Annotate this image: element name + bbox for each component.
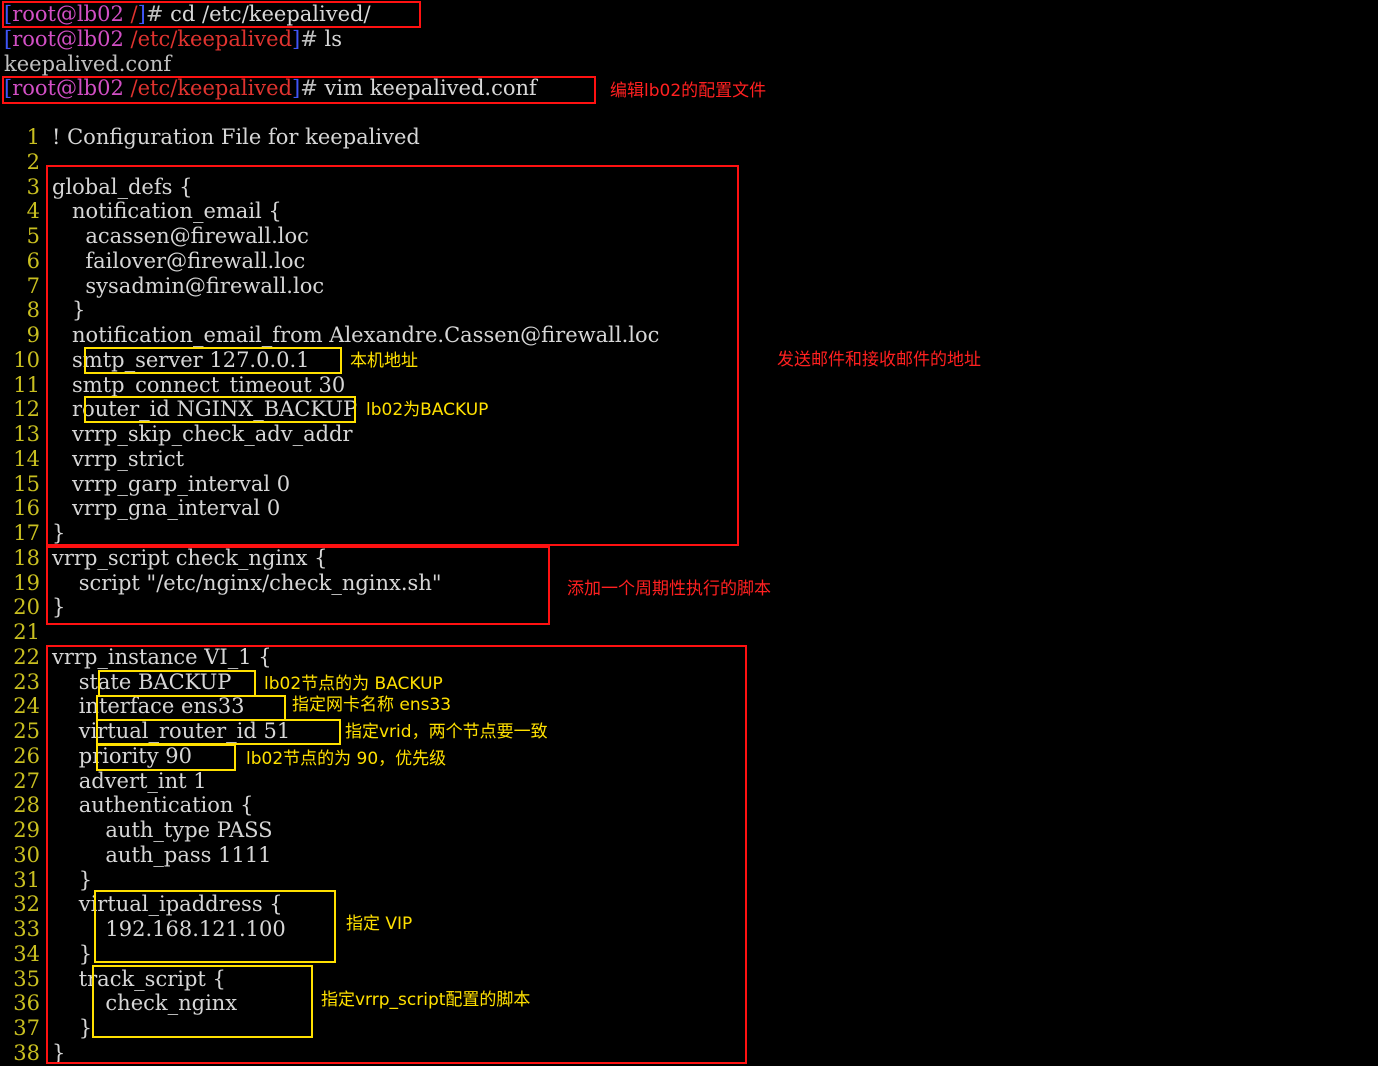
annotation-vrid: 指定vrid，两个节点要一致 xyxy=(345,722,548,742)
line-number: 33 xyxy=(13,917,40,941)
line-number: 10 xyxy=(13,348,40,372)
line-number: 11 xyxy=(13,373,40,397)
annotation-edit-config: 编辑lb02的配置文件 xyxy=(610,81,767,101)
line-number: 19 xyxy=(13,571,40,595)
annotation-vip: 指定 VIP xyxy=(346,914,413,934)
line-number: 38 xyxy=(13,1041,40,1065)
annotation-state-backup: lb02节点的为 BACKUP xyxy=(264,674,443,694)
line-number: 31 xyxy=(13,868,40,892)
line-number: 17 xyxy=(13,521,40,545)
prompt-open-bracket: [ xyxy=(4,27,13,51)
shell-output-line: keepalived.conf xyxy=(4,52,172,76)
highlight-box-interface xyxy=(96,695,286,721)
line-number: 27 xyxy=(13,769,40,793)
highlight-box-track-script xyxy=(92,965,313,1038)
highlight-box-vim-command xyxy=(2,76,596,104)
line-number: 25 xyxy=(13,719,40,743)
annotation-local-address: 本机地址 xyxy=(350,351,418,371)
annotation-router-id: lb02为BACKUP xyxy=(366,400,489,420)
line-number: 9 xyxy=(26,323,40,347)
prompt-user: root@lb02 xyxy=(12,27,124,51)
prompt-path: /etc/keepalived xyxy=(130,27,293,51)
annotation-priority: lb02节点的为 90，优先级 xyxy=(246,749,447,769)
line-number: 20 xyxy=(13,595,40,619)
line-number: 12 xyxy=(13,397,40,421)
annotation-track-script: 指定vrrp_script配置的脚本 xyxy=(321,990,531,1010)
line-number: 8 xyxy=(26,298,40,322)
line-number: 36 xyxy=(13,991,40,1015)
line-number: 18 xyxy=(13,546,40,570)
line-number: 15 xyxy=(13,472,40,496)
line-number: 14 xyxy=(13,447,40,471)
line-number: 37 xyxy=(13,1016,40,1040)
line-number: 26 xyxy=(13,744,40,768)
highlight-box-smtp-server xyxy=(84,347,342,374)
line-number: 22 xyxy=(13,645,40,669)
highlight-box-virtual-ipaddress xyxy=(94,890,336,963)
highlight-box-virtual-router-id xyxy=(96,719,341,745)
line-number: 4 xyxy=(26,199,40,223)
line-number: 30 xyxy=(13,843,40,867)
line-number: 34 xyxy=(13,942,40,966)
line-number: 29 xyxy=(13,818,40,842)
annotation-mail-address: 发送邮件和接收邮件的地址 xyxy=(777,350,981,370)
prompt-close-bracket: ] xyxy=(292,27,301,51)
highlight-box-router-id xyxy=(84,396,356,423)
shell-command: ls xyxy=(324,27,343,51)
line-number: 24 xyxy=(13,694,40,718)
annotation-add-script: 添加一个周期性执行的脚本 xyxy=(567,579,771,599)
annotation-nic-name: 指定网卡名称 ens33 xyxy=(292,695,452,715)
line-number: 23 xyxy=(13,670,40,694)
highlight-box-vrrp-script xyxy=(46,546,550,625)
highlight-box-priority xyxy=(96,744,236,771)
line-number: 32 xyxy=(13,892,40,916)
line-number: 28 xyxy=(13,793,40,817)
line-number: 13 xyxy=(13,422,40,446)
line-number: 2 xyxy=(26,150,40,174)
line-number: 7 xyxy=(26,274,40,298)
line-number: 21 xyxy=(13,620,40,644)
code-line[interactable]: ! Configuration File for keepalived xyxy=(52,125,420,150)
line-number: 6 xyxy=(26,249,40,273)
highlight-box-cd-command xyxy=(2,1,421,28)
shell-line-2: [root@lb02 /etc/keepalived]# ls xyxy=(4,27,343,51)
line-number: 3 xyxy=(26,175,40,199)
line-number: 35 xyxy=(13,967,40,991)
line-number: 1 xyxy=(26,125,40,149)
line-number: 16 xyxy=(13,496,40,520)
highlight-box-state xyxy=(98,670,256,697)
line-number: 5 xyxy=(26,224,40,248)
